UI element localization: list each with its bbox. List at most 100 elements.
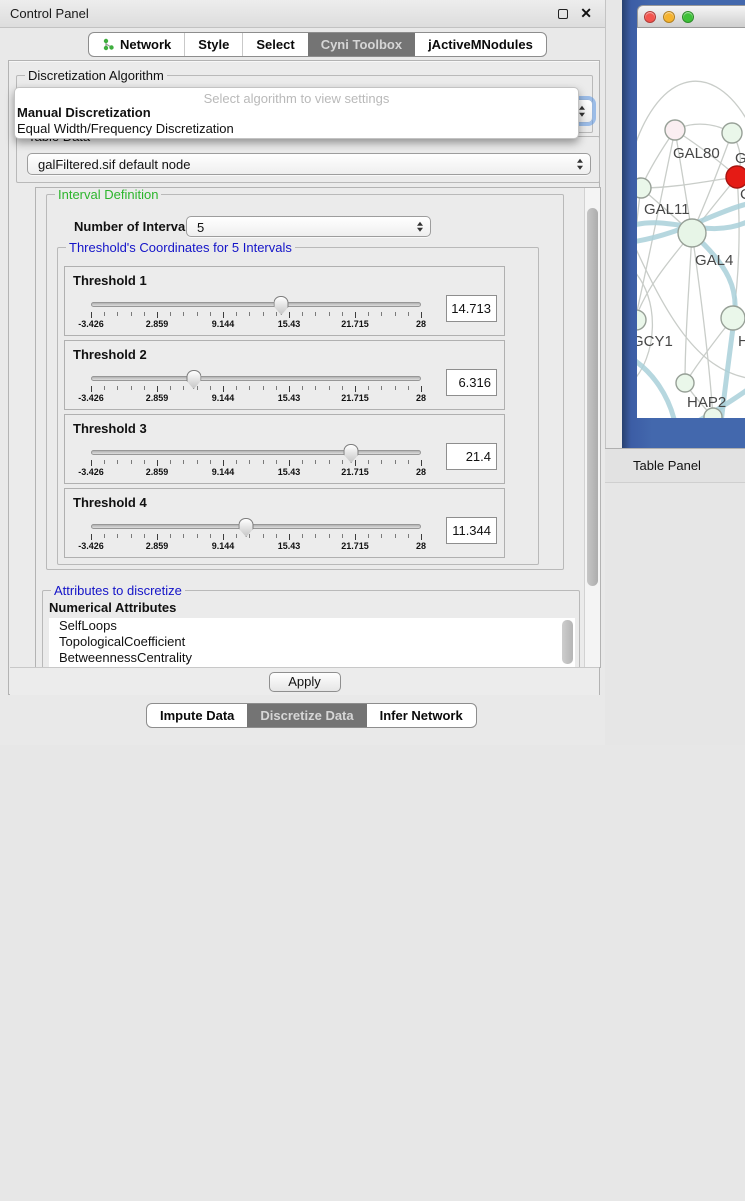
network-tab-icon xyxy=(102,38,115,51)
tick-label: 9.144 xyxy=(212,541,235,551)
dropdown-option-manual[interactable]: Manual Discretization xyxy=(15,105,578,121)
slider-tick-labels: -3.4262.8599.14415.4321.71528 xyxy=(91,319,421,330)
numerical-attributes-list[interactable]: SelfLoopsTopologicalCoefficientBetweenne… xyxy=(49,618,575,668)
threshold-box: Threshold 3 -3.4262.8599.14415.4321.7152… xyxy=(64,414,505,484)
group-title: Threshold's Coordinates for 5 Intervals xyxy=(66,240,295,255)
control-panel: Control Panel ✕ Network Style Select Cyn… xyxy=(0,0,606,745)
tab-jactivemnodules[interactable]: jActiveMNodules xyxy=(415,33,546,56)
control-panel-titlebar: Control Panel ✕ xyxy=(0,0,605,28)
scrollbar-thumb[interactable] xyxy=(587,208,598,586)
network-node[interactable] xyxy=(676,374,694,392)
network-view-canvas[interactable]: GAL80GACGAL11GAL4GCY1HHAP2 xyxy=(637,28,745,418)
threshold-value-field[interactable]: 14.713 xyxy=(446,295,497,322)
tick-label: 28 xyxy=(416,467,426,477)
network-node[interactable] xyxy=(637,310,646,330)
node-label: GAL4 xyxy=(695,252,733,269)
dropdown-option-equal-width[interactable]: Equal Width/Frequency Discretization xyxy=(15,121,578,137)
panel-title: Control Panel xyxy=(10,0,89,27)
threshold-value-field[interactable]: 6.316 xyxy=(446,369,497,396)
zoom-traffic-light-icon[interactable] xyxy=(682,11,694,23)
tick-label: 21.715 xyxy=(341,393,369,403)
tab-cyni-toolbox[interactable]: Cyni Toolbox xyxy=(308,33,415,56)
group-title: Interval Definition xyxy=(55,187,161,202)
number-of-intervals-value: 5 xyxy=(197,217,204,238)
tick-label: 28 xyxy=(416,319,426,329)
tab-select[interactable]: Select xyxy=(242,33,307,56)
control-panel-tabs: Network Style Select Cyni Toolbox jActiv… xyxy=(88,32,547,57)
slider-ticks xyxy=(91,312,421,319)
tick-label: -3.426 xyxy=(78,319,104,329)
network-node[interactable] xyxy=(665,120,685,140)
number-of-intervals-label: Number of Intervals xyxy=(74,219,196,234)
tick-label: 28 xyxy=(416,541,426,551)
tab-impute-data[interactable]: Impute Data xyxy=(147,704,247,727)
attribute-list-item[interactable]: SelfLoops xyxy=(49,618,575,634)
slider-tick-labels: -3.4262.8599.14415.4321.71528 xyxy=(91,393,421,404)
apply-bar: Apply xyxy=(10,667,599,695)
network-node[interactable] xyxy=(678,219,706,247)
attribute-list-item[interactable]: TopologicalCoefficient xyxy=(49,634,575,650)
slider-ticks xyxy=(91,460,421,467)
tick-label: 15.43 xyxy=(278,467,301,477)
thresholds-group: Threshold's Coordinates for 5 Intervals … xyxy=(57,247,539,565)
tick-label: 2.859 xyxy=(146,467,169,477)
slider-tick-labels: -3.4262.8599.14415.4321.71528 xyxy=(91,467,421,478)
attribute-list-item[interactable]: BetweennessCentrality xyxy=(49,650,575,666)
tick-label: 15.43 xyxy=(278,393,301,403)
number-of-intervals-select[interactable]: 5 xyxy=(186,216,431,237)
threshold-value-field[interactable]: 21.4 xyxy=(446,443,497,470)
algorithm-dropdown-popup: Select algorithm to view settings Manual… xyxy=(14,87,579,139)
close-icon[interactable]: ✕ xyxy=(580,5,592,22)
tab-label: Infer Network xyxy=(380,704,463,727)
threshold-slider[interactable] xyxy=(91,376,421,381)
threshold-slider[interactable] xyxy=(91,524,421,529)
tick-label: 9.144 xyxy=(212,319,235,329)
tick-label: 2.859 xyxy=(146,319,169,329)
cyni-toolbox-panel: Discretization Algorithm Select algorith… xyxy=(8,60,600,695)
network-node[interactable] xyxy=(721,306,745,330)
tick-label: -3.426 xyxy=(78,393,104,403)
node-label: H xyxy=(738,333,745,350)
attributes-to-discretize-group: Attributes to discretize Numerical Attri… xyxy=(42,590,580,668)
attributes-list-scrollbar[interactable] xyxy=(562,620,573,664)
network-node[interactable] xyxy=(637,178,651,198)
table-data-value: galFiltered.sif default node xyxy=(38,154,190,175)
combo-arrows-icon xyxy=(577,159,583,170)
slider-ticks xyxy=(91,386,421,393)
slider-ticks xyxy=(91,534,421,541)
tab-style[interactable]: Style xyxy=(184,33,242,56)
slider-tick-labels: -3.4262.8599.14415.4321.71528 xyxy=(91,541,421,552)
tab-network[interactable]: Network xyxy=(89,33,184,56)
table-panel-body: ⚙ ☑ ☑ shared... na YDL19...YDL1YDR27...Y… xyxy=(605,483,745,745)
network-window-titlebar[interactable] xyxy=(637,5,745,28)
network-node[interactable] xyxy=(726,166,745,188)
apply-button[interactable]: Apply xyxy=(269,672,341,692)
threshold-value-field[interactable]: 11.344 xyxy=(446,517,497,544)
tick-label: -3.426 xyxy=(78,541,104,551)
settings-vertical-scrollbar[interactable] xyxy=(584,188,600,667)
node-label: GA xyxy=(735,150,745,167)
threshold-slider[interactable] xyxy=(91,302,421,307)
dropdown-prompt: Select algorithm to view settings xyxy=(15,88,578,105)
combo-arrows-icon xyxy=(417,221,423,232)
node-label: GAL80 xyxy=(673,145,720,162)
threshold-box: Threshold 1 -3.4262.8599.14415.4321.7152… xyxy=(64,266,505,336)
network-node[interactable] xyxy=(722,123,742,143)
tab-label: jActiveMNodules xyxy=(428,33,533,56)
tab-infer-network[interactable]: Infer Network xyxy=(367,704,476,727)
threshold-label: Threshold 4 xyxy=(73,495,147,510)
settings-scrollpane: Interval Definition Number of Intervals … xyxy=(35,187,601,668)
table-data-select[interactable]: galFiltered.sif default node xyxy=(27,153,591,175)
tick-label: 28 xyxy=(416,393,426,403)
close-traffic-light-icon[interactable] xyxy=(644,11,656,23)
float-window-icon[interactable] xyxy=(558,9,568,19)
table-panel-title: Table Panel xyxy=(633,458,701,473)
combo-arrows-icon xyxy=(579,106,585,117)
tick-label: 9.144 xyxy=(212,467,235,477)
tick-label: 9.144 xyxy=(212,393,235,403)
minimize-traffic-light-icon[interactable] xyxy=(663,11,675,23)
tab-label: Style xyxy=(198,33,229,56)
threshold-label: Threshold 2 xyxy=(73,347,147,362)
tab-discretize-data[interactable]: Discretize Data xyxy=(247,704,366,727)
threshold-slider[interactable] xyxy=(91,450,421,455)
